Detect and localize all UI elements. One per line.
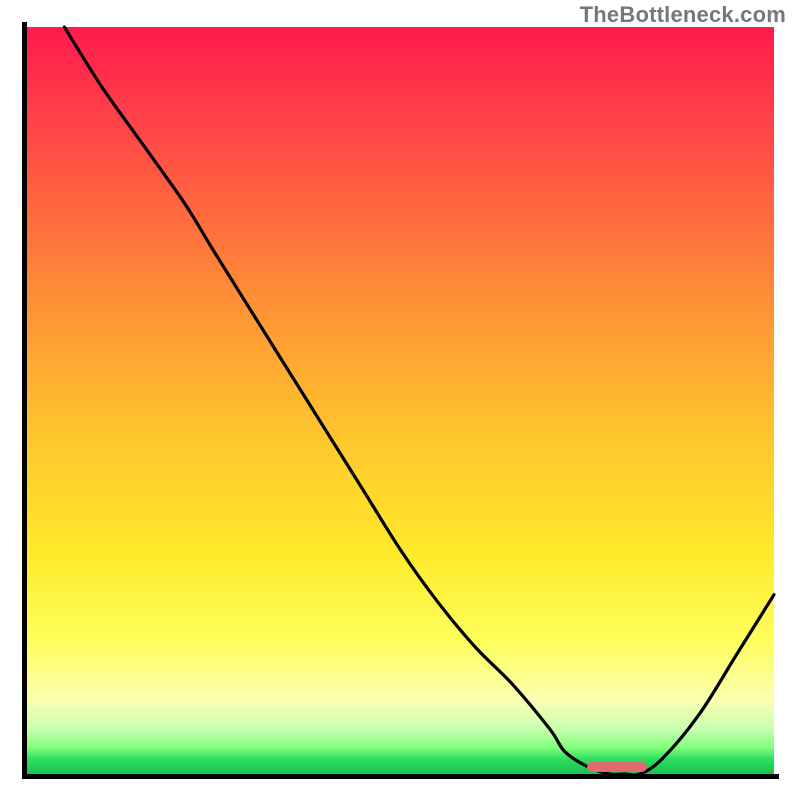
plot-area: [27, 27, 774, 774]
bottleneck-curve: [27, 27, 774, 774]
watermark-text: TheBottleneck.com: [580, 2, 786, 28]
optimal-marker: [587, 762, 647, 772]
